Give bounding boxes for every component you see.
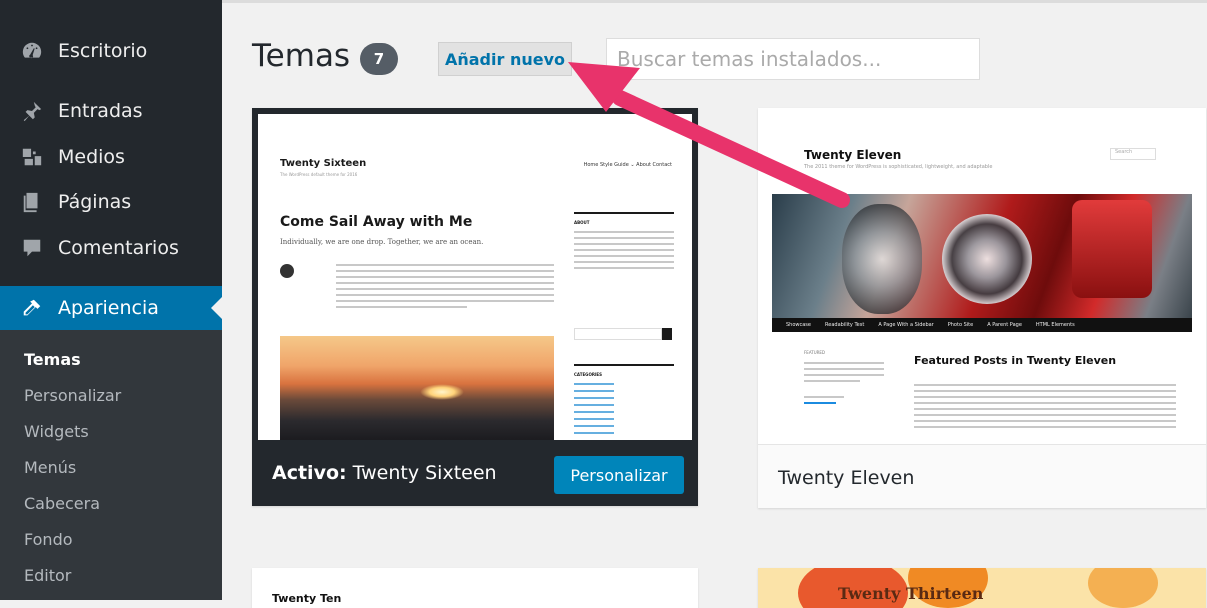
menu-label: Medios [58, 146, 125, 168]
preview-header-image [772, 194, 1192, 318]
admin-bar-edge [222, 0, 1207, 3]
preview-left-text [804, 362, 884, 408]
preview-menu-item: A Page With a Sidebar [878, 322, 934, 328]
media-icon [20, 145, 44, 169]
preview-search-box: Search [1110, 148, 1156, 160]
preview-tagline: The 2011 theme for WordPress is sophisti… [804, 164, 993, 170]
active-theme-bar: Activo: Twenty Sixteen Personalizar [252, 440, 698, 506]
submenu-menus[interactable]: Menús [24, 458, 76, 477]
preview-site-title: Twenty Thirteen [838, 584, 984, 603]
preview-body-text [336, 264, 554, 312]
active-indicator [211, 297, 222, 319]
appearance-submenu: Temas Personalizar Widgets Menús Cabecer… [0, 330, 222, 600]
pin-icon [20, 99, 44, 123]
submenu-editor[interactable]: Editor [24, 566, 71, 585]
menu-item-entradas[interactable]: Entradas [0, 89, 222, 133]
preview-search-button [662, 328, 672, 340]
preview-categories-heading: CATEGORIES [574, 372, 603, 377]
submenu-widgets[interactable]: Widgets [24, 422, 89, 441]
theme-screenshot: Twenty Sixteen The WordPress default the… [258, 114, 692, 440]
active-theme-name: Twenty Sixteen [352, 462, 497, 484]
preview-avatar [280, 264, 294, 278]
menu-item-medios[interactable]: Medios [0, 135, 222, 179]
submenu-temas[interactable]: Temas [24, 350, 81, 369]
preview-tagline: The WordPress default theme for 2016 [280, 172, 358, 177]
preview-post-subtitle: Individually, we are one drop. Together,… [280, 238, 484, 246]
submenu-cabecera[interactable]: Cabecera [24, 494, 100, 513]
preview-sidebar: ABOUT [574, 212, 674, 273]
preview-menu-item: Photo Site [947, 322, 974, 328]
page-title: Temas [252, 38, 351, 74]
preview-menu-item: HTML Elements [1035, 322, 1075, 328]
theme-name: Twenty Eleven [778, 467, 915, 489]
menu-label: Entradas [58, 100, 143, 122]
theme-card-active[interactable]: Twenty Sixteen The WordPress default the… [252, 108, 698, 506]
preview-site-title: Twenty Ten [272, 592, 342, 605]
active-theme-label: Activo: Twenty Sixteen [272, 462, 497, 484]
preview-featured-label: FEATURED [804, 350, 826, 355]
preview-about-heading: ABOUT [574, 220, 590, 225]
preview-site-title: Twenty Eleven [804, 148, 902, 162]
menu-item-paginas[interactable]: Páginas [0, 180, 222, 224]
menu-item-escritorio[interactable]: Escritorio [0, 29, 222, 73]
preview-menu: Showcase Readability Test A Page With a … [772, 318, 1192, 332]
menu-label: Páginas [58, 191, 132, 213]
active-prefix: Activo: [272, 462, 347, 484]
submenu-personalizar[interactable]: Personalizar [24, 386, 121, 405]
preview-featured-title: Featured Posts in Twenty Eleven [914, 354, 1117, 367]
theme-card-twenty-ten[interactable]: Twenty Ten [252, 568, 698, 608]
theme-screenshot: Twenty Eleven The 2011 theme for WordPre… [772, 122, 1192, 444]
preview-menu-item: A Parent Page [987, 322, 1022, 328]
preview-search-box [574, 328, 662, 340]
preview-menu-item: Showcase [786, 322, 811, 328]
appearance-icon [20, 296, 44, 320]
preview-site-title: Twenty Sixteen [280, 158, 367, 169]
add-new-button[interactable]: Añadir nuevo [438, 42, 572, 76]
customize-button[interactable]: Personalizar [554, 456, 684, 494]
preview-featured-image [280, 336, 554, 440]
theme-count-badge: 7 [360, 43, 398, 75]
pages-icon [20, 190, 44, 214]
theme-name-bar: Twenty Eleven [758, 444, 1206, 508]
menu-label: Apariencia [58, 297, 159, 319]
theme-card-twenty-eleven[interactable]: Twenty Eleven The 2011 theme for WordPre… [758, 108, 1206, 508]
menu-item-apariencia[interactable]: Apariencia [0, 286, 222, 330]
preview-categories: CATEGORIES [574, 364, 674, 439]
dashboard-icon [20, 39, 44, 63]
admin-sidebar: Escritorio Entradas Medios Páginas Comen… [0, 0, 222, 600]
comments-icon [20, 236, 44, 260]
submenu-fondo[interactable]: Fondo [24, 530, 73, 549]
menu-label: Comentarios [58, 237, 179, 259]
preview-nav: Home Style Guide ⌄ About Contact [583, 162, 672, 168]
theme-card-twenty-thirteen[interactable]: Twenty Thirteen [758, 568, 1206, 608]
menu-label: Escritorio [58, 40, 148, 62]
search-themes-input[interactable] [606, 38, 980, 80]
menu-item-comentarios[interactable]: Comentarios [0, 226, 222, 270]
preview-right-text [914, 384, 1176, 432]
preview-post-title: Come Sail Away with Me [280, 214, 473, 230]
preview-menu-item: Readability Test [825, 322, 865, 328]
